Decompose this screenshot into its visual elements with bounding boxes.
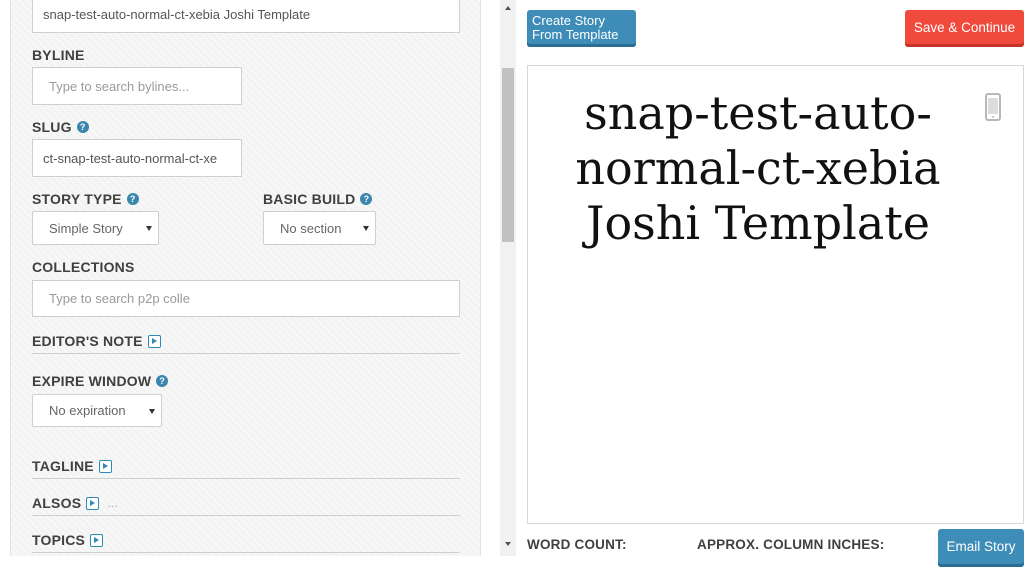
slug-label-text: SLUG [32,119,72,135]
story-type-help-icon[interactable]: ? [126,193,139,205]
byline-label-text: BYLINE [32,47,85,63]
expand-play-icon[interactable] [98,459,112,473]
divider [32,353,460,354]
basic-build-label-text: BASIC BUILD [263,191,356,207]
story-type-label-text: STORY TYPE [32,191,122,207]
basic-build-select[interactable]: No section [263,211,376,245]
expand-play-icon[interactable] [90,533,104,547]
expire-window-label: EXPIRE WINDOW ? [32,373,169,389]
editors-note-label-text: EDITOR'S NOTE [32,333,143,349]
byline-search-input[interactable]: Type to search bylines... [32,67,242,105]
tagline-toggle[interactable]: TAGLINE [32,458,112,474]
story-type-select[interactable]: Simple Story [32,211,159,245]
tagline-label-text: TAGLINE [32,458,94,474]
form-scrollbar[interactable] [500,0,516,556]
slug-help-icon[interactable]: ? [76,121,89,133]
byline-label: BYLINE [32,47,85,63]
phone-icon[interactable] [985,93,1001,121]
word-count-label: WORD COUNT: [527,537,627,552]
alsos-ellipsis: ... [107,496,118,510]
expire-window-label-text: EXPIRE WINDOW [32,373,152,389]
slug-input[interactable]: ct-snap-test-auto-normal-ct-xe [32,139,242,177]
headline-input[interactable]: snap-test-auto-normal-ct-xebia Joshi Tem… [32,0,460,33]
chevron-down-icon [363,226,369,231]
topics-toggle[interactable]: TOPICS [32,532,104,548]
alsos-label-text: ALSOS [32,495,82,511]
expire-window-select[interactable]: No expiration [32,394,162,427]
basic-build-selected: No section [280,220,342,236]
expand-play-icon[interactable] [86,496,100,510]
collections-label: COLLECTIONS [32,259,135,275]
editors-note-toggle[interactable]: EDITOR'S NOTE [32,333,161,349]
divider [32,478,460,479]
story-preview: snap-test-auto-normal-ct-xebia Joshi Tem… [527,65,1024,524]
email-story-button[interactable]: Email Story [938,529,1024,567]
chevron-down-icon [149,408,155,414]
basic-build-help-icon[interactable]: ? [360,193,373,205]
divider [32,552,460,553]
expand-play-icon[interactable] [147,334,161,348]
collections-search-input[interactable]: Type to search p2p colle [32,280,460,317]
story-type-selected: Simple Story [49,220,123,236]
expire-window-help-icon[interactable]: ? [156,375,169,387]
alsos-toggle[interactable]: ALSOS ... [32,495,118,511]
save-continue-button[interactable]: Save & Continue [905,10,1024,47]
divider [32,515,460,516]
scroll-down-icon[interactable] [500,536,516,552]
scrollbar-thumb[interactable] [502,68,514,242]
story-type-label: STORY TYPE ? [32,191,139,207]
scroll-up-icon[interactable] [500,0,516,16]
expire-window-selected: No expiration [49,403,126,418]
story-form-panel: snap-test-auto-normal-ct-xebia Joshi Tem… [10,0,481,556]
topics-label-text: TOPICS [32,532,86,548]
create-from-template-button[interactable]: Create Story From Template [527,10,636,47]
collections-label-text: COLLECTIONS [32,259,135,275]
chevron-down-icon [146,226,152,231]
basic-build-label: BASIC BUILD ? [263,191,373,207]
preview-headline: snap-test-auto-normal-ct-xebia Joshi Tem… [575,86,941,250]
slug-label: SLUG ? [32,119,89,135]
column-inches-label: APPROX. COLUMN INCHES: [697,537,885,552]
